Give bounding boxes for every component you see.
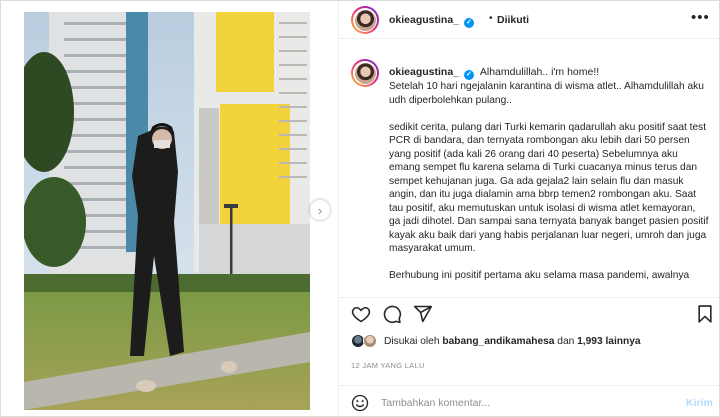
caption-text: Setelah 10 hari ngejalanin karantina di … [389, 81, 709, 281]
comment-input[interactable] [381, 394, 671, 412]
likes-prefix: Disukai oleh [384, 336, 440, 347]
author-username[interactable]: okieagustina_ ✓ [389, 14, 474, 28]
smiley-icon[interactable] [351, 394, 369, 412]
paper-plane-icon[interactable] [413, 304, 433, 324]
chevron-right-icon: › [317, 202, 323, 218]
likes-joiner: dan [557, 336, 575, 347]
action-bar [339, 297, 719, 327]
more-dots-icon[interactable]: ••• [691, 9, 710, 26]
verified-badge-icon: ✓ [463, 70, 474, 80]
verified-badge-icon: ✓ [463, 18, 474, 28]
post-timestamp[interactable]: 12 JAM YANG LALU [351, 361, 425, 370]
liker-avatar[interactable] [363, 334, 377, 348]
post-comment-button[interactable]: Kirim [686, 397, 713, 409]
caption-first-line: Alhamdulillah.. i'm home!! [479, 66, 600, 78]
likes-count-link[interactable]: 1,993 lainnya [577, 336, 640, 347]
post-photo[interactable] [24, 12, 310, 410]
photo-illustration [24, 12, 310, 410]
first-liker-link[interactable]: babang_andikamahesa [442, 336, 554, 347]
caption-header: okieagustina_ ✓ Alhamdulillah.. i'm home… [389, 66, 599, 80]
likes-summary: Disukai oleh babang_andikamahesa dan 1,9… [351, 334, 711, 350]
caption-author-avatar[interactable] [351, 59, 379, 87]
bookmark-icon[interactable] [695, 304, 715, 324]
post-details-panel: okieagustina_ ✓ • Diikuti ••• okieagusti… [338, 1, 719, 416]
heart-icon[interactable] [351, 304, 371, 324]
separator-dot: • [489, 13, 493, 24]
following-button[interactable]: Diikuti [497, 14, 529, 26]
instagram-post-modal: › okieagustina_ ✓ • Diikuti ••• okieagus… [0, 0, 720, 417]
author-avatar[interactable] [351, 6, 379, 34]
likes-text: Disukai oleh babang_andikamahesa dan 1,9… [384, 336, 641, 347]
comment-bubble-icon[interactable] [382, 304, 402, 324]
comment-bar: Kirim [339, 385, 719, 416]
caption-section: okieagustina_ ✓ Alhamdulillah.. i'm home… [339, 49, 719, 294]
post-header: okieagustina_ ✓ • Diikuti ••• [339, 1, 719, 39]
next-photo-button[interactable]: › [310, 200, 330, 220]
caption-author-username[interactable]: okieagustina_ ✓ [389, 66, 477, 80]
